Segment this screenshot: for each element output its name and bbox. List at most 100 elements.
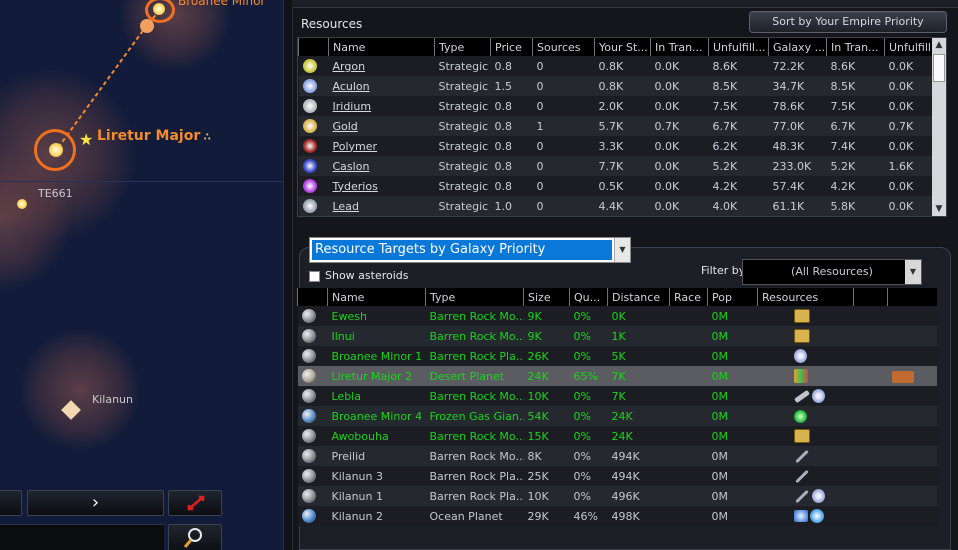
resource-row[interactable]: Caslon Strategic 0.8 0 7.7K 0.0K 5.2K 233.0K 5.2… — [298, 156, 935, 176]
resource-row[interactable]: Polymer Strategic 0.8 0 3.3K 0.0K 6.2K 48.3K 7.4… — [298, 136, 935, 156]
column-header[interactable]: Name — [328, 38, 435, 56]
column-header[interactable]: Type — [434, 38, 491, 56]
lead-icon — [794, 449, 809, 464]
resource-g-unfulfilled-cell: 1.6K — [884, 156, 935, 176]
star-icon[interactable] — [153, 3, 165, 15]
show-asteroids-checkbox[interactable] — [309, 271, 320, 282]
scroll-down-icon[interactable]: ▼ — [932, 202, 946, 216]
column-header[interactable]: In Tran... — [650, 38, 709, 56]
planet-quality-cell: 0% — [569, 426, 608, 446]
system-label-liretur[interactable]: Liretur Major ∴ — [97, 128, 211, 144]
column-header[interactable]: Pop — [707, 288, 758, 306]
planet-race-cell — [669, 326, 708, 346]
map-control-button[interactable] — [0, 490, 22, 516]
resource-row[interactable]: Gold Strategic 0.8 1 5.7K 0.7K 6.7K 77.0K 6.7K 0.… — [298, 116, 935, 136]
next-button[interactable]: › — [27, 490, 164, 516]
planet-extra-cell — [853, 386, 888, 406]
resource-type-cell: Strategic — [434, 136, 491, 156]
planet-name-cell: Liretur Major 2 — [327, 366, 426, 386]
resource-row[interactable]: Tyderios Strategic 0.8 0 0.5K 0.0K 4.2K 57.4K 4.… — [298, 176, 935, 196]
column-header[interactable]: Unfulfill... — [708, 38, 769, 56]
planet-row[interactable]: Kilanun 3 Barren Rock Pla... 25K 0% 494K 0M — [297, 466, 937, 486]
planet-name-cell: Ilnui — [327, 326, 426, 346]
planet-pop-cell: 0M — [707, 426, 758, 446]
planet-row[interactable]: Awobouha Barren Rock Mo... 15K 0% 24K 0M — [297, 426, 937, 446]
column-header[interactable]: Size — [523, 288, 570, 306]
column-header[interactable]: Type — [425, 288, 524, 306]
resource-name-link[interactable]: Argon — [333, 60, 366, 73]
chevron-down-icon[interactable]: ▼ — [905, 260, 921, 284]
resource-name-link[interactable]: Tyderios — [333, 180, 378, 193]
planet-row[interactable]: Broanee Minor 4 Frozen Gas Gian... 54K 0% 24… — [297, 406, 937, 426]
column-header[interactable]: In Tran... — [826, 38, 885, 56]
resource-name-link[interactable]: Polymer — [333, 140, 378, 153]
column-header[interactable] — [298, 38, 329, 56]
planet-distance-cell: 24K — [607, 406, 670, 426]
column-header[interactable]: Distance — [607, 288, 670, 306]
column-header[interactable]: Unfulfill — [884, 38, 935, 56]
planet-resources-cell — [757, 506, 854, 526]
star-icon[interactable] — [49, 143, 63, 157]
resource-g-unfulfilled-cell: 0.0K — [884, 96, 935, 116]
galaxy-map[interactable]: Broanee Minor ★ Liretur Major ∴ TE661 Ki… — [0, 0, 283, 550]
column-header[interactable]: Your St... — [594, 38, 651, 56]
system-label-te661[interactable]: TE661 — [38, 187, 73, 200]
resource-name-link[interactable]: Iridium — [333, 100, 372, 113]
sort-priority-button[interactable]: Sort by Your Empire Priority — [749, 11, 947, 33]
planet-row[interactable]: Kilanun 2 Ocean Planet 29K 46% 498K 0M — [297, 506, 937, 526]
resource-your-stock-cell: 0.8K — [594, 76, 651, 96]
filter-dropdown[interactable]: (All Resources) ▼ — [742, 259, 922, 285]
planet-type-cell: Ocean Planet — [425, 506, 524, 526]
planet-resources-cell — [757, 446, 854, 466]
planet-colony-cell — [887, 346, 937, 366]
planet-row[interactable]: Lebla Barren Rock Mo... 10K 0% 7K 0M — [297, 386, 937, 406]
planet-type-cell: Barren Rock Mo... — [425, 326, 524, 346]
column-header[interactable]: Name — [327, 288, 426, 306]
column-header[interactable] — [297, 288, 328, 306]
resource-type-cell: Strategic — [434, 96, 491, 116]
resource-row[interactable]: Lead Strategic 1.0 0 4.4K 0.0K 4.0K 61.1K 5.8K 0.… — [298, 196, 935, 216]
column-header[interactable] — [853, 288, 888, 306]
planet-colony-cell — [887, 406, 937, 426]
star-icon[interactable] — [17, 199, 27, 209]
column-header[interactable]: Sources — [532, 38, 595, 56]
filter-value: (All Resources) — [791, 265, 873, 278]
resource-sources-cell: 0 — [532, 56, 595, 76]
planet-row[interactable]: Ilnui Barren Rock Mo... 9K 0% 1K 0M — [297, 326, 937, 346]
resources-scrollbar[interactable]: ▲ ▼ — [932, 38, 946, 216]
planet-extra-cell — [853, 346, 888, 366]
column-header[interactable]: Galaxy ... — [768, 38, 827, 56]
scroll-thumb[interactable] — [933, 54, 945, 82]
planet-resources-cell — [757, 406, 854, 426]
system-label-partial[interactable]: Broanee Minor — [178, 0, 265, 8]
planet-row[interactable]: Ewesh Barren Rock Mo... 9K 0% 0K 0M — [297, 306, 937, 326]
resource-icon-cell — [298, 76, 329, 96]
column-header[interactable]: Price — [490, 38, 533, 56]
target-mode-dropdown[interactable]: Resource Targets by Galaxy Priority ▼ — [309, 237, 631, 263]
planet-row[interactable]: Liretur Major 2 Desert Planet 24K 65% 7K 0M — [297, 366, 937, 386]
resource-name-link[interactable]: Lead — [333, 200, 359, 213]
scroll-up-icon[interactable]: ▲ — [932, 38, 946, 52]
blue-orb-icon — [809, 509, 824, 523]
system-label-kilanun[interactable]: Kilanun — [92, 393, 133, 406]
chevron-down-icon[interactable]: ▼ — [614, 238, 630, 262]
resource-row[interactable]: Iridium Strategic 0.8 0 2.0K 0.0K 7.5K 78.6K 7.5… — [298, 96, 935, 116]
gold-icon — [793, 309, 810, 323]
resource-row[interactable]: Aculon Strategic 1.5 0 0.8K 0.0K 8.5K 34.7K 8.5K… — [298, 76, 935, 96]
planet-row[interactable]: Kilanun 1 Barren Rock Pla... 10K 0% 496K 0M — [297, 486, 937, 506]
column-header[interactable] — [887, 288, 937, 306]
column-header[interactable]: Resources — [757, 288, 854, 306]
resource-name-link[interactable]: Gold — [333, 120, 358, 133]
resource-row[interactable]: Argon Strategic 0.8 0 0.8K 0.0K 8.6K 72.2K 8.6K 0… — [298, 56, 935, 76]
column-header[interactable]: Qu... — [569, 288, 608, 306]
resource-name-link[interactable]: Caslon — [333, 160, 370, 173]
resource-name-link[interactable]: Aculon — [333, 80, 370, 93]
planet-row[interactable]: Broanee Minor 1 Barren Rock Pla... 26K 0% 5K… — [297, 346, 937, 366]
resource-price-cell: 1.0 — [490, 196, 533, 216]
zoom-button[interactable] — [168, 524, 222, 550]
column-header[interactable]: Race — [669, 288, 708, 306]
resource-g-in-transit-cell: 7.4K — [826, 136, 885, 156]
waypoint-icon — [140, 19, 154, 33]
expand-map-button[interactable] — [168, 490, 222, 516]
planet-row[interactable]: Preilid Barren Rock Mo... 8K 0% 494K 0M — [297, 446, 937, 466]
